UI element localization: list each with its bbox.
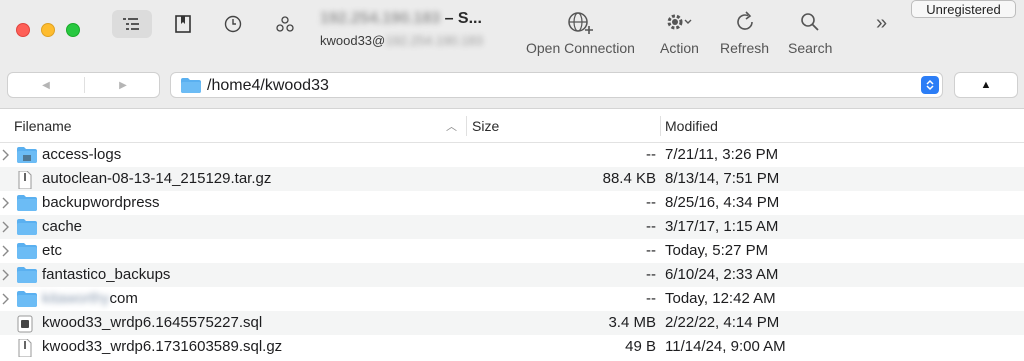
path-selector[interactable]: /home4/kwood33 [170,72,943,98]
file-modified: 6/10/24, 2:33 AM [665,266,779,283]
folder-icon [17,195,37,215]
subtitle-user: kwood33@ [320,33,386,48]
disclosure-triangle-icon[interactable] [2,244,10,261]
close-window-button[interactable] [16,23,30,37]
search-button[interactable]: Search [788,10,832,56]
column-filename[interactable]: Filename [14,118,72,134]
file-list: access-logs -- 7/21/11, 3:26 PM autoclea… [0,143,1024,359]
file-modified: 8/25/16, 4:34 PM [665,194,780,211]
archive-file-icon [17,170,33,193]
zoom-window-button[interactable] [66,23,80,37]
file-size: 49 B [625,338,656,355]
history-icon[interactable] [213,10,253,38]
file-row[interactable]: etc -- Today, 5:27 PM [0,239,1024,263]
folder-icon [17,243,37,263]
file-name: etc [42,242,63,259]
file-name-blurred: kitaworthy [42,290,110,307]
file-row[interactable]: fantastico_backups -- 6/10/24, 2:33 AM [0,263,1024,287]
folder-icon [17,267,37,287]
file-row[interactable]: access-logs -- 7/21/11, 3:26 PM [0,143,1024,167]
gear-icon [667,14,692,30]
file-modified: Today, 12:42 AM [665,290,776,307]
current-path: /home4/kwood33 [207,77,329,94]
server-host-blurred: 192.254.190.183 [320,10,441,27]
bonjour-icon[interactable] [265,10,305,38]
file-modified: Today, 5:27 PM [665,242,769,259]
file-name: fantastico_backups [42,266,171,283]
file-modified: 8/13/14, 7:51 PM [665,170,780,187]
open-connection-label: Open Connection [526,40,635,56]
file-name: autoclean-08-13-14_215129.tar.gz [42,170,272,187]
file-name: backupwordpress [42,194,160,211]
file-name: kwood33_wrdp6.1731603589.sql.gz [42,338,283,355]
file-row[interactable]: backupwordpress -- 8/25/16, 4:34 PM [0,191,1024,215]
back-button[interactable]: ◀ [8,73,84,97]
column-separator[interactable] [660,116,661,136]
refresh-button[interactable]: Refresh [720,10,769,56]
disclosure-triangle-icon[interactable] [2,220,10,237]
disclosure-triangle-icon[interactable] [2,196,10,213]
bookmarks-icon[interactable] [163,10,203,38]
subtitle-host-blurred: 192.254.190.183 [385,33,483,48]
file-modified: 2/22/22, 4:14 PM [665,314,780,331]
navigation-bar: ◀ ▶ /home4/kwood33 ▲ [0,68,1024,109]
disclosure-triangle-icon[interactable] [2,292,10,309]
search-label: Search [788,40,833,56]
globe-plus-icon [568,12,594,34]
refresh-label: Refresh [720,40,770,56]
file-size: 3.4 MB [608,314,656,331]
folder-icon [181,78,201,93]
refresh-icon [736,11,753,30]
file-row[interactable]: kitaworthycom -- Today, 12:42 AM [0,287,1024,311]
file-modified: 11/14/24, 9:00 AM [665,338,786,355]
outline-view-icon[interactable] [112,10,152,38]
file-size: -- [646,194,656,211]
file-size: -- [646,146,656,163]
file-size: -- [646,218,656,235]
file-name: kitaworthycom [42,290,138,307]
disclosure-triangle-icon[interactable] [2,268,10,285]
file-size: 88.4 KB [602,170,656,187]
file-modified: 3/17/17, 1:15 AM [665,218,779,235]
file-name: cache [42,218,83,235]
column-separator[interactable] [466,116,467,136]
search-icon [801,13,819,31]
file-row[interactable]: cache -- 3/17/17, 1:15 AM [0,215,1024,239]
back-forward-control: ◀ ▶ [7,72,160,98]
minimize-window-button[interactable] [41,23,55,37]
sort-ascending-icon: ︿ [446,121,457,133]
file-name-suffix: com [109,290,138,307]
more-tools-chevron-icon[interactable]: » [876,12,887,35]
connection-subtitle: kwood33@192.254.190.183 [320,33,520,48]
file-row[interactable]: kwood33_wrdp6.1731603589.sql.gz 49 B 11/… [0,335,1024,359]
connection-title: 192.254.190.183 – S... [320,10,520,28]
file-modified: 7/21/11, 3:26 PM [665,146,779,163]
action-menu-button[interactable]: Action [660,10,699,56]
file-size: -- [646,266,656,283]
file-row[interactable]: autoclean-08-13-14_215129.tar.gz 88.4 KB… [0,167,1024,191]
file-name: access-logs [42,146,122,163]
folder-icon [17,291,37,311]
folder-icon [17,219,37,239]
sql-file-icon [17,315,33,337]
column-size[interactable]: Size [472,118,499,134]
disclosure-triangle-icon[interactable] [2,148,10,165]
file-size: -- [646,242,656,259]
parent-directory-button[interactable]: ▲ [954,72,1018,98]
column-header: Filename ︿ Size Modified [0,110,1024,143]
path-dropdown-chevron-icon[interactable] [921,76,939,94]
column-modified[interactable]: Modified [665,118,718,134]
window-title: 192.254.190.183 – S... kwood33@192.254.1… [320,10,520,48]
folder-icon [17,147,37,167]
forward-button[interactable]: ▶ [85,73,161,97]
window-toolbar: 192.254.190.183 – S... kwood33@192.254.1… [0,0,1024,68]
archive-file-icon [17,338,33,361]
file-size: -- [646,290,656,307]
action-label: Action [660,40,699,56]
file-name: kwood33_wrdp6.1645575227.sql [42,314,263,331]
title-suffix: – S... [444,10,482,27]
file-row[interactable]: kwood33_wrdp6.1645575227.sql 3.4 MB 2/22… [0,311,1024,335]
unregistered-badge[interactable]: Unregistered [911,0,1016,18]
open-connection-button[interactable]: Open Connection [526,10,635,56]
